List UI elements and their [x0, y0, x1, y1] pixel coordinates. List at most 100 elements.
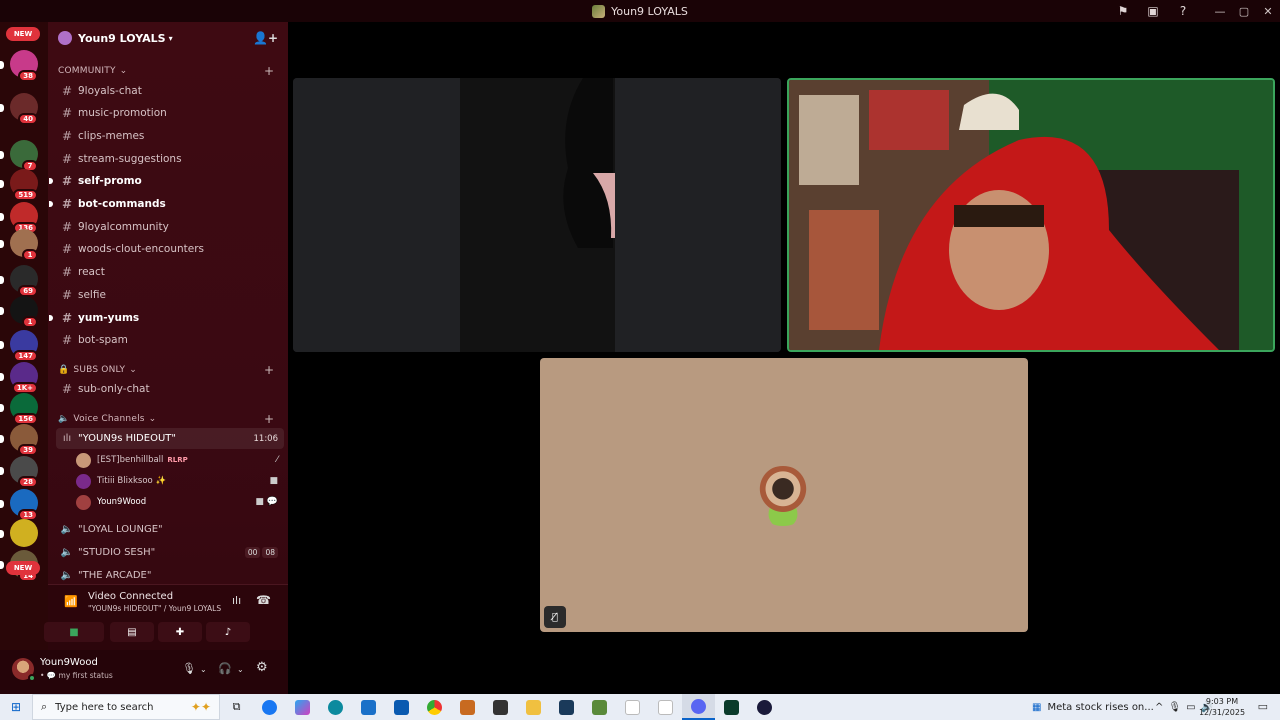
gear-icon[interactable]: ⚙ [256, 660, 268, 675]
server-item[interactable]: 28 [0, 456, 48, 488]
category-community[interactable]: COMMUNITY ⌄ + [58, 64, 274, 78]
server-header[interactable]: Youn9 LOYALS ▾ 👤+ [48, 22, 288, 54]
chevron-down-icon[interactable]: ⌄ [200, 665, 207, 674]
count-value: 08 [262, 547, 278, 558]
app-icon-green[interactable] [715, 694, 748, 720]
server-item[interactable]: 1K+ [0, 362, 48, 394]
screen-share-button[interactable]: ▤ [110, 622, 154, 642]
server-item[interactable]: 156 [0, 393, 48, 425]
voice-user[interactable]: Titiii Blixksoo ✨ ■ [76, 471, 284, 491]
video-tile-2[interactable] [787, 78, 1275, 352]
user-status[interactable]: • 💬 my first status [40, 671, 113, 680]
server-item[interactable]: 13 [0, 489, 48, 521]
server-item[interactable]: 69 [0, 265, 48, 297]
facebook-icon[interactable] [253, 694, 286, 720]
search-input[interactable]: ⌕ Type here to search ✦✦ [32, 694, 220, 720]
file-icon-2[interactable] [649, 694, 682, 720]
soundboard-button[interactable]: ♪ [206, 622, 250, 642]
copilot-icon[interactable] [286, 694, 319, 720]
minecraft-icon[interactable] [583, 694, 616, 720]
channel-item[interactable]: #9loyals-chat [56, 80, 284, 101]
add-user-icon[interactable]: 👤+ [253, 31, 278, 45]
server-item[interactable]: 7 [0, 140, 48, 172]
server-item[interactable]: 136 [0, 202, 48, 234]
channel-item[interactable]: # react [56, 262, 284, 283]
channel-item[interactable]: # selfie [56, 284, 284, 305]
voice-channel-item[interactable]: 🔈 "STUDIO SESH" 00 08 [56, 542, 284, 563]
activities-button[interactable]: ✚ [158, 622, 202, 642]
chevron-down-icon[interactable]: ⌄ [237, 665, 244, 674]
edge-icon[interactable] [319, 694, 352, 720]
voice-channel-item[interactable]: 🔈 "LOYAL LOUNGE" [56, 519, 284, 540]
voice-channel-item[interactable]: 🔈 "THE ARCADE" [56, 565, 284, 586]
channel-item[interactable]: # bot-spam [56, 330, 284, 351]
channel-sub-only-chat[interactable]: # sub-only-chat [56, 378, 284, 399]
app-icon-dark[interactable] [748, 694, 781, 720]
minimize-button[interactable]: — [1208, 0, 1232, 22]
server-item[interactable] [0, 519, 48, 549]
screen-share-icon: ▤ [127, 626, 137, 638]
signal-icon[interactable]: 📶 [64, 595, 78, 608]
new-pill-bottom[interactable]: NEW [6, 561, 40, 575]
category-subs[interactable]: 🔒 SUBS ONLY ⌄ + [58, 363, 274, 377]
task-view-icon[interactable]: ⧉ [220, 694, 253, 720]
hash-icon: # [61, 265, 73, 280]
voice-user[interactable]: [EST]benhillball RLRP ⁄ [76, 450, 284, 470]
maximize-button[interactable]: ▢ [1232, 0, 1256, 22]
outlook-icon[interactable] [385, 694, 418, 720]
server-item[interactable]: 147 [0, 330, 48, 362]
headphones-icon[interactable]: 🎧 [218, 662, 232, 675]
hash-icon: # [61, 83, 73, 98]
notification-icon[interactable]: ▭ [1258, 700, 1268, 713]
channel-item[interactable]: # music-promotion [56, 103, 284, 124]
microphone-icon[interactable]: 🎙 [182, 662, 196, 675]
photo-app-icon[interactable] [451, 694, 484, 720]
file-explorer-icon[interactable] [517, 694, 550, 720]
new-pill-top[interactable]: NEW [6, 27, 40, 41]
network-icon[interactable]: ▭ [1186, 702, 1195, 713]
add-channel-icon[interactable]: + [264, 64, 274, 78]
channel-item[interactable]: # clips-memes [56, 125, 284, 146]
server-item[interactable]: 1 [0, 296, 48, 328]
camera-icon: ■ [269, 476, 278, 486]
close-button[interactable]: ✕ [1256, 0, 1280, 22]
channel-item[interactable]: # bot-commands [49, 194, 284, 215]
voice-location[interactable]: "YOUN9s HIDEOUT" / Youn9 LOYALS [88, 604, 221, 613]
camera-button[interactable]: ■ [44, 622, 104, 642]
news-widget[interactable]: ▦ Meta stock rises on... [1032, 694, 1154, 720]
server-item[interactable]: 519 [0, 169, 48, 201]
channel-item[interactable]: #9loyalcommunity [56, 216, 284, 237]
add-channel-icon[interactable]: + [264, 363, 274, 377]
voice-channel-item[interactable]: ılı "YOUN9s HIDEOUT" 11:06 [56, 428, 284, 449]
clock[interactable]: 9:03 PM 12/31/2025 [1196, 696, 1248, 718]
channel-item[interactable]: # woods-clout-encounters [56, 239, 284, 260]
server-item[interactable]: 40 [0, 93, 48, 125]
video-tile-3[interactable]: 🎙̸ [540, 358, 1028, 632]
help-icon[interactable]: ? [1168, 0, 1198, 22]
chevron-up-icon[interactable]: ^ [1155, 702, 1163, 713]
file-icon[interactable] [616, 694, 649, 720]
store-icon[interactable] [352, 694, 385, 720]
microphone-icon[interactable]: 🎙 [1168, 702, 1181, 713]
screen-icon[interactable]: ▣ [1138, 0, 1168, 22]
channel-item[interactable]: # stream-suggestions [56, 148, 284, 169]
disconnect-icon[interactable]: ☎ [256, 593, 271, 607]
server-item[interactable]: 38 [0, 50, 48, 82]
obs-icon[interactable] [550, 694, 583, 720]
user-name[interactable]: Youn9Wood [40, 657, 98, 668]
flag-icon[interactable]: ⚑ [1108, 0, 1138, 22]
category-voice[interactable]: 🔈 Voice Channels ⌄ + [58, 412, 274, 426]
add-channel-icon[interactable]: + [264, 412, 274, 426]
channel-item[interactable]: # self-promo [49, 171, 284, 192]
noise-suppression-icon[interactable]: ılı [232, 594, 241, 607]
chrome-icon[interactable] [418, 694, 451, 720]
discord-icon[interactable] [682, 694, 715, 720]
roblox-icon[interactable] [484, 694, 517, 720]
windows-start-icon[interactable]: ⊞ [0, 694, 32, 720]
voice-user[interactable]: Youn9Wood ■ 💬 [76, 492, 284, 512]
video-tile-1[interactable] [293, 78, 781, 352]
server-item[interactable]: 1 [0, 229, 48, 261]
hash-icon: # [61, 174, 73, 189]
channel-item[interactable]: # yum-yums [49, 307, 284, 328]
server-item[interactable]: 39 [0, 424, 48, 456]
